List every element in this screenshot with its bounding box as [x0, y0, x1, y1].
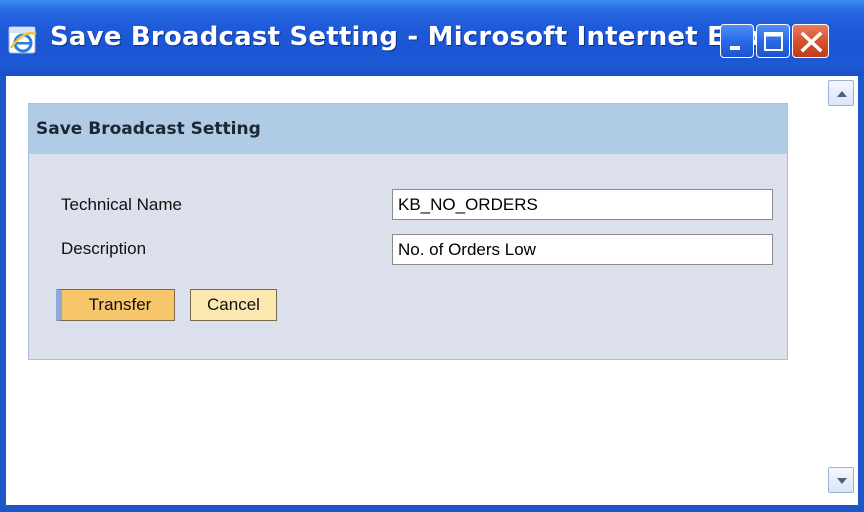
minimize-icon — [730, 46, 740, 50]
maximize-button[interactable] — [756, 24, 790, 58]
scroll-up-button[interactable] — [828, 80, 854, 106]
transfer-button[interactable]: Transfer — [56, 289, 175, 321]
save-broadcast-setting-panel: Save Broadcast Setting Technical Name KB… — [28, 103, 788, 360]
window-title: Save Broadcast Setting - Microsoft Inter… — [50, 22, 801, 52]
scroll-up-arrow-icon — [837, 91, 847, 97]
internet-explorer-icon — [6, 24, 40, 58]
description-input[interactable]: No. of Orders Low — [392, 234, 773, 265]
maximize-icon — [764, 32, 783, 51]
window-bottom-border — [0, 505, 864, 512]
panel-header: Save Broadcast Setting — [29, 104, 787, 154]
cancel-button[interactable]: Cancel — [190, 289, 277, 321]
minimize-button[interactable] — [720, 24, 754, 58]
panel-title: Save Broadcast Setting — [36, 119, 261, 139]
description-label: Description — [61, 239, 147, 258]
vertical-scrollbar[interactable] — [824, 76, 858, 505]
close-icon — [800, 31, 823, 53]
scroll-down-arrow-icon — [837, 478, 847, 484]
technical-name-label: Technical Name — [61, 195, 182, 214]
close-button[interactable] — [792, 24, 829, 58]
browser-content-area: Save Broadcast Setting Technical Name KB… — [6, 76, 858, 505]
scroll-down-button[interactable] — [828, 467, 854, 493]
technical-name-input[interactable]: KB_NO_ORDERS — [392, 189, 773, 220]
window-title-bar[interactable]: Save Broadcast Setting - Microsoft Inter… — [0, 0, 864, 76]
